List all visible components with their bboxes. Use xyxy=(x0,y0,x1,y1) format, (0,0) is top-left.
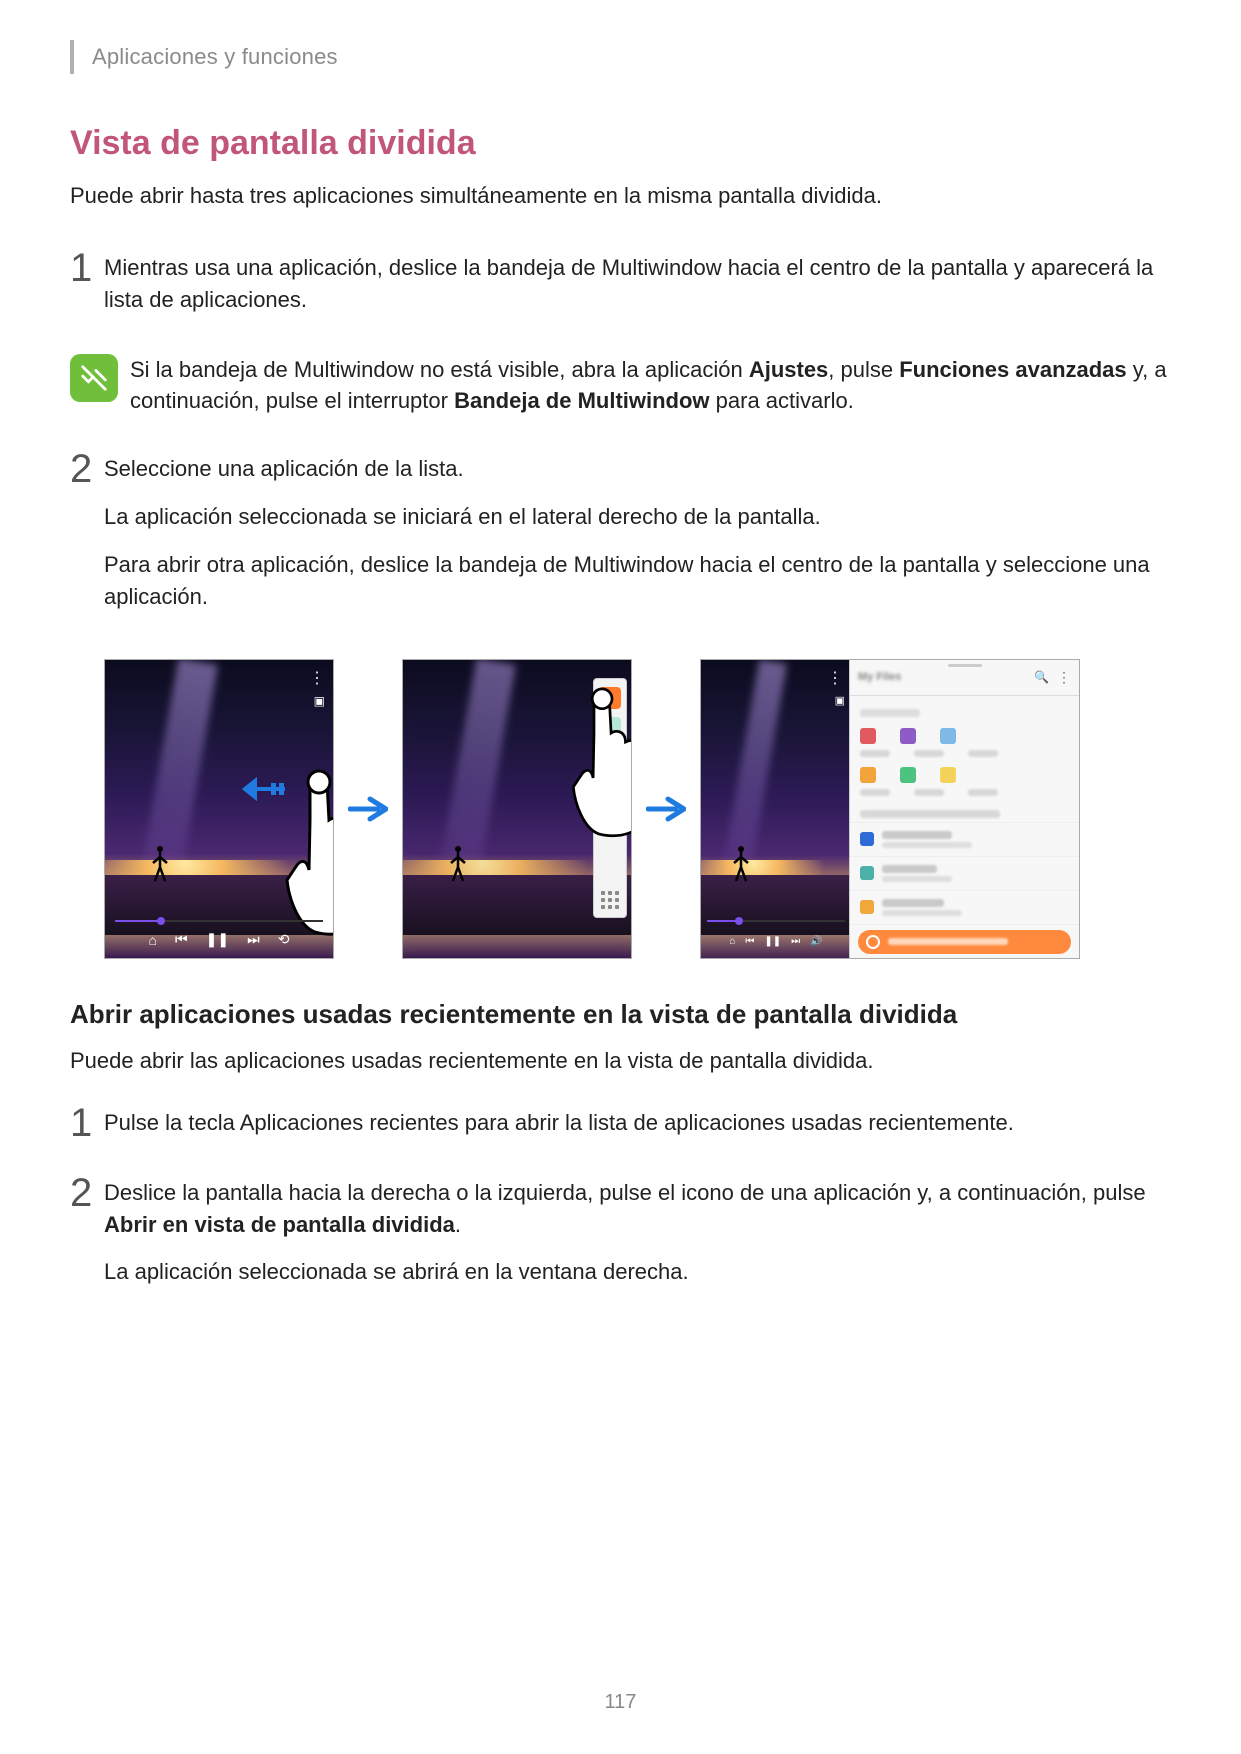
sub-step-2-pre: Deslice la pantalla hacia la derecha o l… xyxy=(104,1180,1146,1205)
page-number: 117 xyxy=(0,1691,1241,1714)
subsection-heading: Abrir aplicaciones usadas recientemente … xyxy=(70,999,1171,1030)
intro-text: Puede abrir hasta tres aplicaciones simu… xyxy=(70,181,1171,212)
cat-4-icon xyxy=(860,767,876,783)
sub-step-2-body: Deslice la pantalla hacia la derecha o l… xyxy=(104,1177,1171,1305)
pane-categories-label xyxy=(860,709,920,717)
cat-2-icon xyxy=(900,728,916,744)
cat-3-icon xyxy=(940,728,956,744)
panel-c-controls: ⌂ ⏮ ❚❚ ⏭ 🔊 xyxy=(701,930,851,954)
subsection-intro: Puede abrir las aplicaciones usadas reci… xyxy=(70,1046,1171,1077)
c-prev-icon: ⏮ xyxy=(745,936,754,947)
section-header-text: Aplicaciones y funciones xyxy=(92,44,338,70)
sub-step-2-b1: Abrir en vista de pantalla dividida xyxy=(104,1212,455,1237)
note-icon-wrap xyxy=(70,354,130,402)
pane-item-2 xyxy=(850,856,1079,890)
note-b2: Funciones avanzadas xyxy=(899,357,1126,382)
c-pause-icon: ❚❚ xyxy=(764,936,781,947)
cat-1-icon xyxy=(860,728,876,744)
loop-icon: ⟲ xyxy=(278,931,290,948)
note: Si la bandeja de Multiwindow no está vis… xyxy=(70,354,1171,418)
panel-a-controls: ⌂ ⏮ ❚❚ ⏭ ⟲ xyxy=(105,928,333,952)
note-icon xyxy=(70,354,118,402)
note-b3: Bandeja de Multiwindow xyxy=(454,388,709,413)
note-mid1: , pulse xyxy=(828,357,899,382)
step-2-p1: La aplicación seleccionada se iniciará e… xyxy=(104,501,1171,533)
c-next-icon: ⏭ xyxy=(791,936,800,947)
hand-gesture-b-icon xyxy=(563,679,633,841)
panel-a-more-icon: ⋮ xyxy=(309,668,325,688)
step-2-p2: Para abrir otra aplicación, deslice la b… xyxy=(104,549,1171,613)
cat-5-icon xyxy=(900,767,916,783)
panel-c-app-pane: My Files 🔍 ⋮ xyxy=(849,660,1079,959)
c-vol-icon: 🔊 xyxy=(810,936,822,947)
step-2: 2 Seleccione una aplicación de la lista.… xyxy=(70,453,1171,629)
sub-step-2-text: Deslice la pantalla hacia la derecha o l… xyxy=(104,1177,1171,1241)
sub-step-2-p1: La aplicación seleccionada se abrirá en … xyxy=(104,1256,1171,1288)
pane-item-1 xyxy=(850,822,1079,856)
sub-step-2-post: . xyxy=(455,1212,461,1237)
step-1-body: Mientras usa una aplicación, deslice la … xyxy=(104,252,1171,332)
sub-step-1: 1 Pulse la tecla Aplicaciones recientes … xyxy=(70,1107,1171,1155)
note-pre: Si la bandeja de Multiwindow no está vis… xyxy=(130,357,749,382)
c-lock-icon: ⌂ xyxy=(729,936,735,947)
cat-6-icon xyxy=(940,767,956,783)
panel-a-topbar-icon: ▣ xyxy=(314,694,325,708)
sub-step-1-body: Pulse la tecla Aplicaciones recientes pa… xyxy=(104,1107,1171,1155)
pane-item-3 xyxy=(850,890,1079,924)
panel-c-topbar-icon: ▣ xyxy=(835,694,845,707)
note-text: Si la bandeja de Multiwindow no está vis… xyxy=(130,354,1171,418)
arrow-1-icon xyxy=(348,794,388,824)
sub-step-2: 2 Deslice la pantalla hacia la derecha o… xyxy=(70,1177,1171,1305)
step-2-text: Seleccione una aplicación de la lista. xyxy=(104,453,1171,485)
step-1: 1 Mientras usa una aplicación, deslice l… xyxy=(70,252,1171,332)
page-title: Vista de pantalla dividida xyxy=(70,124,1171,163)
header-rule xyxy=(70,40,74,74)
prev-icon: ⏮ xyxy=(175,931,188,948)
figure: ⋮ ▣ ⌂ ⏮ ❚❚ ⏭ ⟲ xyxy=(104,659,1171,959)
sub-step-2-number: 2 xyxy=(70,1173,104,1213)
step-2-number: 2 xyxy=(70,449,104,489)
sub-step-1-text: Pulse la tecla Aplicaciones recientes pa… xyxy=(104,1107,1171,1139)
tray-grid-icon xyxy=(601,891,619,909)
pane-title: My Files xyxy=(858,671,901,683)
search-icon: 🔍 xyxy=(1034,670,1049,684)
figure-panel-c: ⋮ ▣ ⌂ ⏮ ❚❚ ⏭ 🔊 My Files 🔍 ⋮ xyxy=(700,659,1080,959)
lock-icon: ⌂ xyxy=(149,932,157,948)
pane-more-icon: ⋮ xyxy=(1057,669,1071,686)
arrow-2-icon xyxy=(646,794,686,824)
pane-bottom-pill xyxy=(858,930,1071,954)
note-b1: Ajustes xyxy=(749,357,828,382)
note-post: para activarlo. xyxy=(710,388,854,413)
step-2-body: Seleccione una aplicación de la lista. L… xyxy=(104,453,1171,629)
panel-c-more-icon: ⋮ xyxy=(827,668,843,688)
step-1-number: 1 xyxy=(70,248,104,288)
panel-a-progress xyxy=(115,918,323,924)
section-header: Aplicaciones y funciones xyxy=(70,40,1171,74)
next-icon: ⏭ xyxy=(247,931,260,948)
pause-icon: ❚❚ xyxy=(206,931,229,948)
figure-panel-b xyxy=(402,659,632,959)
sub-step-1-number: 1 xyxy=(70,1103,104,1143)
figure-panel-a: ⋮ ▣ ⌂ ⏮ ❚❚ ⏭ ⟲ xyxy=(104,659,334,959)
hand-gesture-a-icon xyxy=(275,760,334,940)
step-1-text: Mientras usa una aplicación, deslice la … xyxy=(104,252,1171,316)
